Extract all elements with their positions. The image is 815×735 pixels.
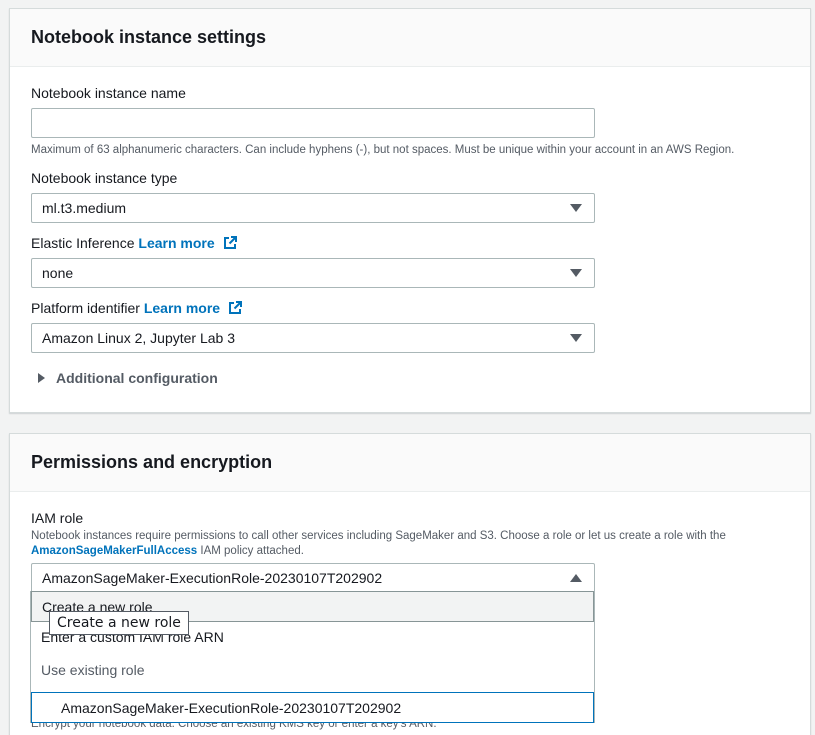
caret-down-icon bbox=[570, 334, 582, 342]
platform-identifier-label: Platform identifier Learn more bbox=[31, 300, 242, 316]
elastic-inference-value: none bbox=[42, 265, 74, 281]
panel-title: Notebook instance settings bbox=[31, 27, 267, 47]
platform-identifier-value: Amazon Linux 2, Jupyter Lab 3 bbox=[42, 330, 236, 346]
tooltip: Create a new role bbox=[49, 611, 189, 635]
instance-name-hint: Maximum of 63 alphanumeric characters. C… bbox=[31, 144, 735, 156]
iam-role-description-suffix: IAM policy attached. bbox=[197, 545, 304, 557]
panel-header: Notebook instance settings bbox=[10, 9, 810, 67]
elastic-inference-label: Elastic Inference Learn more bbox=[31, 235, 237, 251]
existing-role-group-text: Use existing role bbox=[41, 662, 145, 678]
existing-role-label: AmazonSageMaker-ExecutionRole-20230107T2… bbox=[61, 699, 402, 716]
caret-down-icon bbox=[570, 269, 582, 277]
policy-link[interactable]: AmazonSageMakerFullAccess bbox=[31, 545, 197, 557]
platform-identifier-text: Platform identifier bbox=[31, 300, 140, 316]
caret-down-icon bbox=[570, 204, 582, 212]
external-link-icon[interactable] bbox=[228, 301, 242, 315]
instance-type-label: Notebook instance type bbox=[31, 170, 178, 186]
elastic-learn-more-link[interactable]: Learn more bbox=[138, 235, 214, 251]
iam-role-select[interactable]: AmazonSageMaker-ExecutionRole-20230107T2… bbox=[31, 563, 595, 593]
iam-role-label: IAM role bbox=[31, 510, 84, 526]
platform-identifier-select[interactable]: Amazon Linux 2, Jupyter Lab 3 bbox=[31, 323, 595, 353]
existing-role-group-label: Use existing role bbox=[31, 655, 594, 685]
panel-header: Permissions and encryption bbox=[10, 434, 810, 492]
caret-up-icon bbox=[570, 574, 582, 582]
elastic-inference-text: Elastic Inference bbox=[31, 235, 135, 251]
additional-configuration-label: Additional configuration bbox=[56, 370, 218, 386]
platform-learn-more-link[interactable]: Learn more bbox=[144, 300, 220, 316]
elastic-inference-select[interactable]: none bbox=[31, 258, 595, 288]
existing-role-option[interactable]: AmazonSageMaker-ExecutionRole-20230107T2… bbox=[31, 692, 594, 723]
instance-name-input[interactable] bbox=[31, 108, 595, 138]
iam-role-description-text: Notebook instances require permissions t… bbox=[31, 530, 726, 542]
iam-role-value: AmazonSageMaker-ExecutionRole-20230107T2… bbox=[42, 570, 383, 586]
external-link-icon[interactable] bbox=[223, 236, 237, 250]
instance-type-select[interactable]: ml.t3.medium bbox=[31, 193, 595, 223]
instance-name-label: Notebook instance name bbox=[31, 85, 186, 101]
caret-right-icon bbox=[38, 373, 45, 383]
instance-type-value: ml.t3.medium bbox=[42, 200, 127, 216]
panel-title: Permissions and encryption bbox=[31, 452, 273, 472]
iam-role-description: Notebook instances require permissions t… bbox=[31, 529, 791, 559]
notebook-settings-panel: Notebook instance settings Notebook inst… bbox=[9, 8, 811, 413]
additional-configuration-toggle[interactable]: Additional configuration bbox=[38, 370, 218, 386]
